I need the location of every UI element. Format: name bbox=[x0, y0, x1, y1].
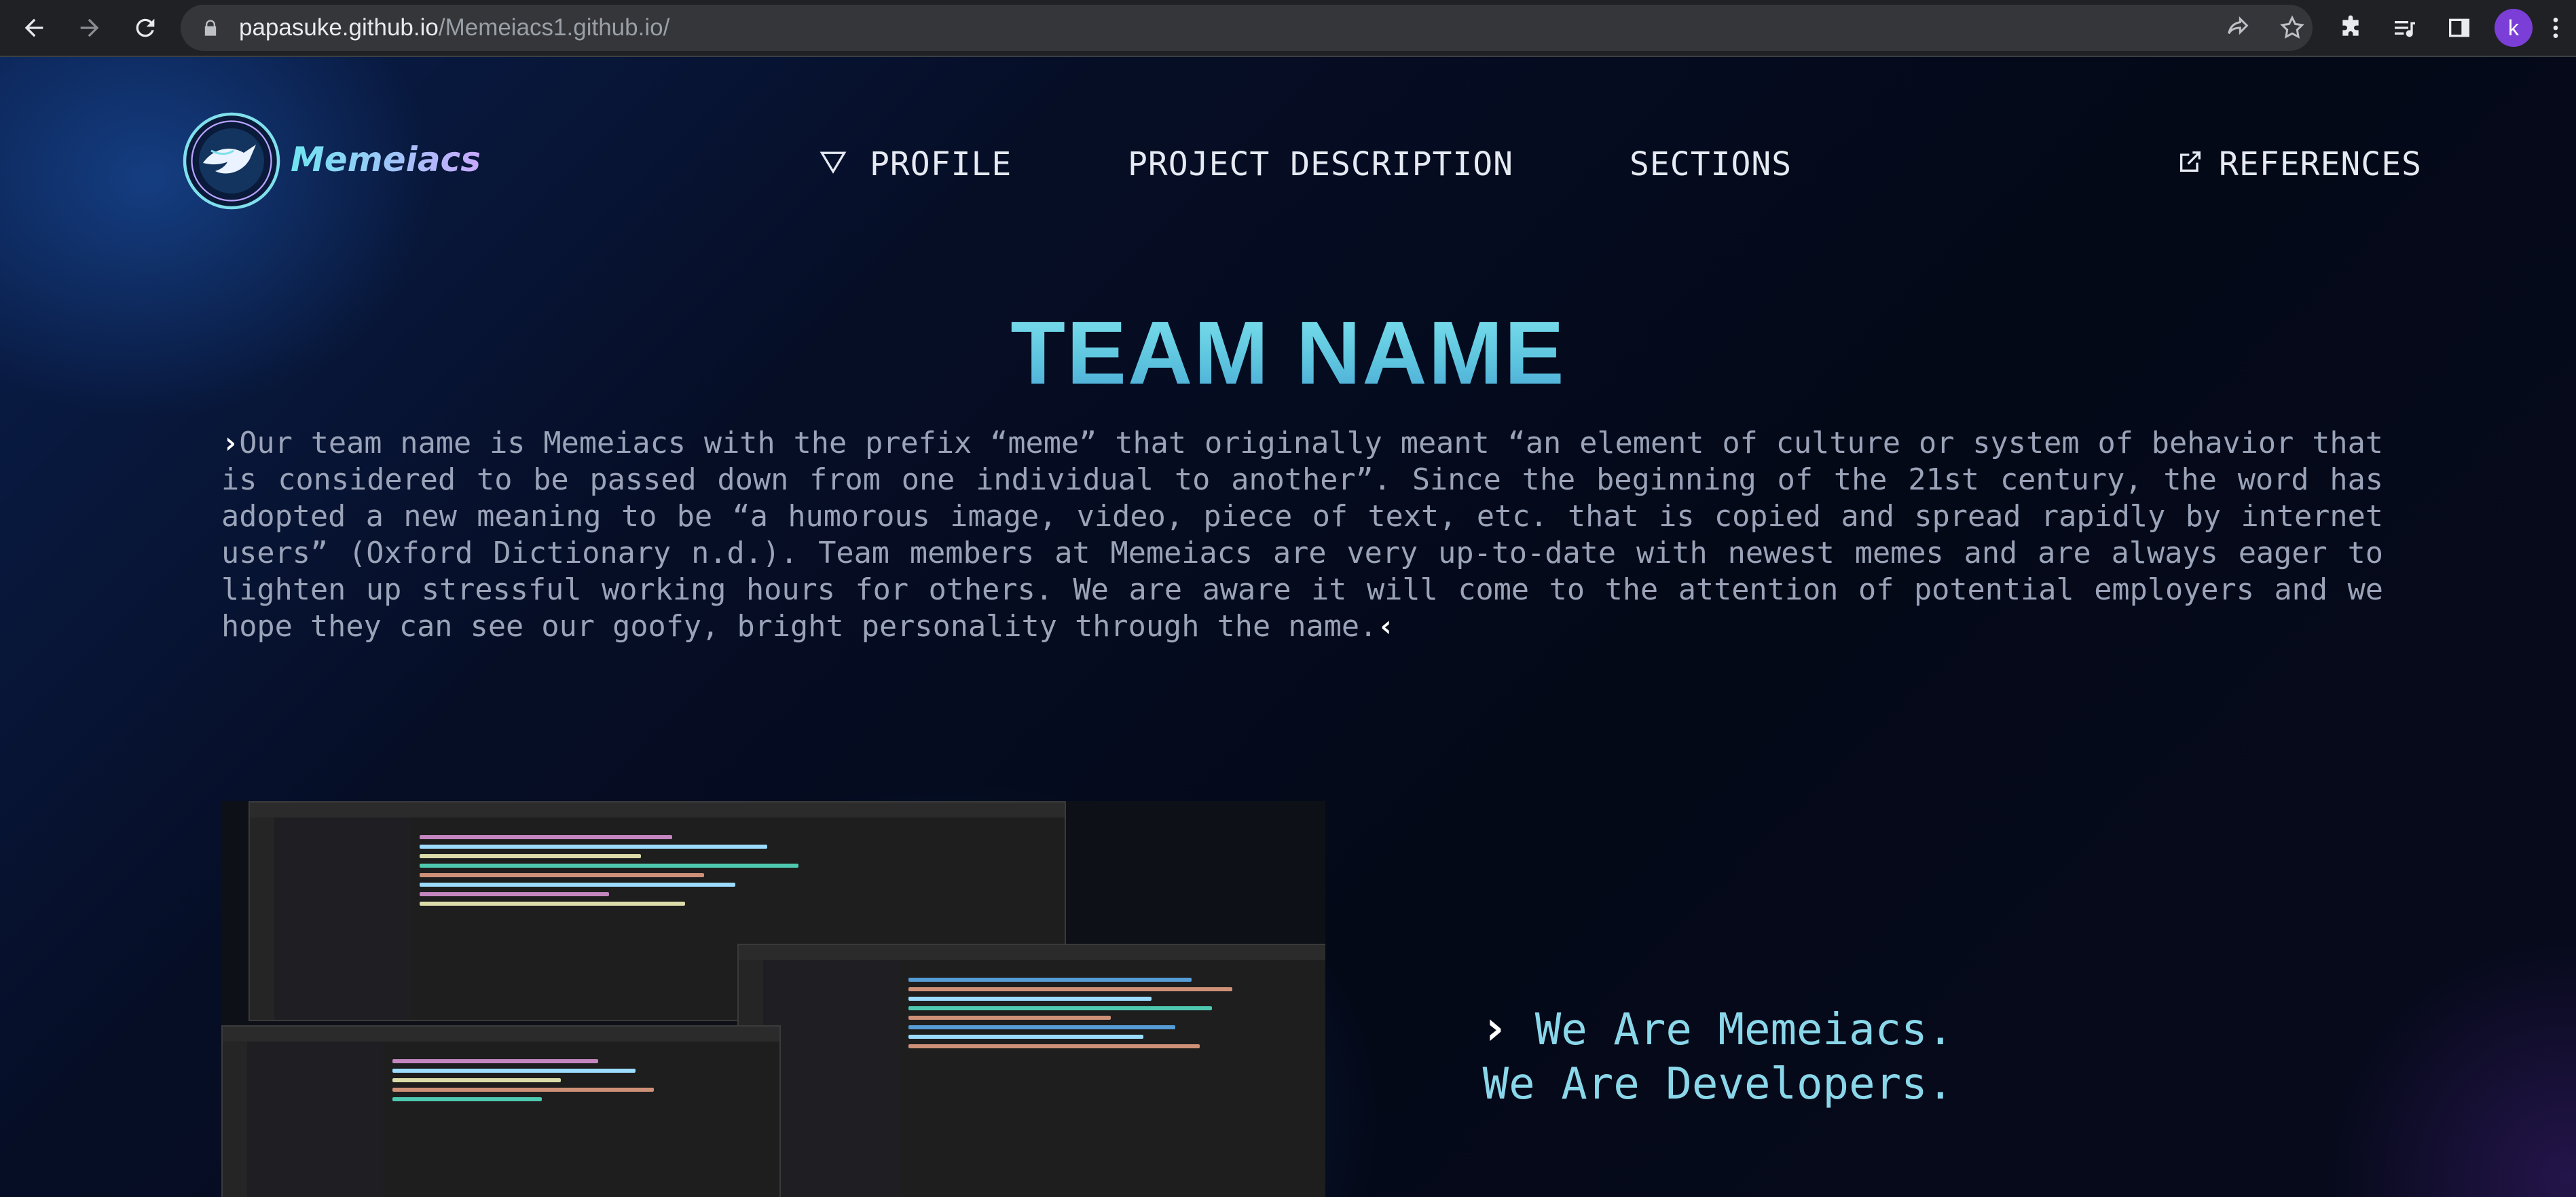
tagline-line-1: › We Are Memeiacs. bbox=[1480, 1001, 1953, 1057]
memeiacs-logo[interactable] bbox=[181, 110, 282, 212]
share-button[interactable] bbox=[2218, 7, 2258, 48]
star-icon bbox=[2280, 15, 2304, 39]
brand-name: Memeiacs bbox=[291, 140, 481, 179]
side-panel-icon bbox=[2449, 18, 2469, 37]
url-path: /Memeiacs1.github.io/ bbox=[438, 14, 670, 41]
bookmark-star-button[interactable] bbox=[2272, 7, 2313, 48]
profile-avatar[interactable]: k bbox=[2495, 9, 2533, 47]
code-editor-screenshot bbox=[221, 801, 1325, 1197]
reload-icon bbox=[136, 18, 155, 37]
extensions-button[interactable] bbox=[2330, 7, 2371, 48]
team-name-paragraph: Our team name is Memeiacs with the prefi… bbox=[221, 426, 2383, 644]
address-bar[interactable]: papasuke.github.io/Memeiacs1.github.io/ bbox=[181, 5, 2313, 51]
forward-arrow-icon bbox=[80, 18, 99, 37]
nav-project-description[interactable]: PROJECT DESCRIPTION bbox=[1128, 145, 1513, 183]
url-text[interactable]: papasuke.github.io/Memeiacs1.github.io/ bbox=[239, 5, 669, 51]
nav-profile[interactable]: PROFILE bbox=[870, 145, 1012, 183]
chevron-right-icon: › bbox=[221, 426, 240, 460]
browser-toolbar: papasuke.github.io/Memeiacs1.github.io/ … bbox=[0, 0, 2576, 57]
browser-menu-button[interactable] bbox=[2542, 7, 2569, 48]
back-button[interactable] bbox=[14, 7, 54, 48]
web-page: Memeiacs PROFILE PROJECT DESCRIPTION SEC… bbox=[0, 57, 2576, 1197]
media-control-button[interactable] bbox=[2385, 7, 2425, 48]
nav-sections[interactable]: SECTIONS bbox=[1630, 145, 1792, 183]
puzzle-icon bbox=[2342, 15, 2359, 36]
kebab-menu-icon bbox=[2553, 18, 2558, 38]
forward-button[interactable] bbox=[69, 7, 110, 48]
playlist-icon bbox=[2395, 21, 2415, 37]
lock-icon bbox=[204, 20, 217, 36]
side-panel-button[interactable] bbox=[2439, 7, 2480, 48]
tagline-line-2: We Are Developers. bbox=[1482, 1059, 1954, 1109]
nav-references[interactable]: REFERENCES bbox=[2219, 145, 2422, 183]
external-link-icon bbox=[2180, 151, 2201, 172]
triangle-down-icon bbox=[820, 151, 847, 174]
back-arrow-icon bbox=[24, 18, 43, 37]
chevron-left-icon: ‹ bbox=[1377, 610, 1395, 644]
url-host: papasuke.github.io bbox=[239, 14, 439, 41]
tagline: › We Are Memeiacs. We Are Developers. bbox=[1480, 1001, 1953, 1111]
tagline-line-1-text: We Are Memeiacs. bbox=[1534, 1005, 1954, 1055]
share-icon bbox=[2228, 16, 2249, 35]
section-title: TEAM NAME bbox=[0, 301, 2576, 404]
team-name-description: ›Our team name is Memeiacs with the pref… bbox=[221, 425, 2383, 645]
reload-button[interactable] bbox=[125, 7, 166, 48]
chevron-right-icon: › bbox=[1480, 1000, 1509, 1056]
